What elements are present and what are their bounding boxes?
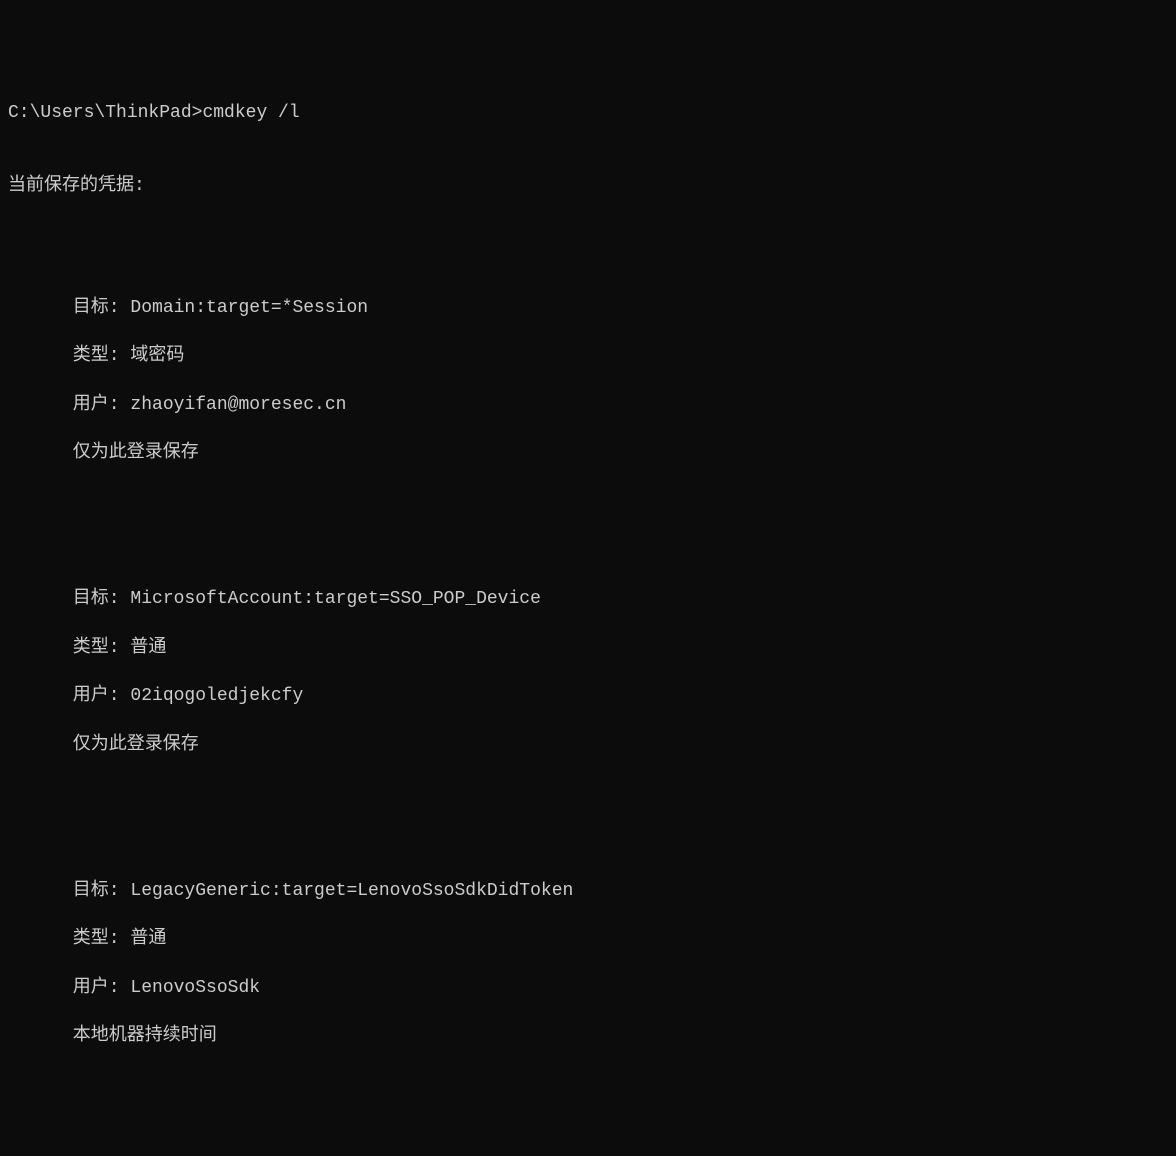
target-label: 目标: [73, 589, 120, 609]
credential-entry: 目标: MicrosoftAccount:target=SSO_POP_Devi… [8, 563, 1168, 782]
target-label: 目标: [73, 298, 120, 318]
user-value: zhaoyifan@moresec.cn [130, 395, 346, 415]
persistence-line: 仅为此登录保存 [73, 733, 1168, 757]
type-line: 类型: 普通 [73, 636, 1168, 660]
target-value: MicrosoftAccount:target=SSO_POP_Device [130, 589, 540, 609]
user-value: 02iqogoledjekcfy [130, 686, 303, 706]
target-value: Domain:target=*Session [130, 298, 368, 318]
persistence-line: 本地机器持续时间 [73, 1024, 1168, 1048]
credentials-header: 当前保存的凭据: [8, 174, 1168, 198]
type-value: 普通 [130, 638, 166, 658]
target-line: 目标: Domain:target=*Session [73, 296, 1168, 320]
user-label: 用户: [73, 978, 120, 998]
credential-entry: 目标: WindowsLive:target=virtualapp/didlog… [8, 1146, 1168, 1156]
type-line: 类型: 普通 [73, 927, 1168, 951]
type-label: 类型: [73, 346, 120, 366]
credential-entry: 目标: LegacyGeneric:target=LenovoSsoSdkDid… [8, 854, 1168, 1073]
persistence-line: 仅为此登录保存 [73, 441, 1168, 465]
user-line: 用户: LenovoSsoSdk [73, 976, 1168, 1000]
type-value: 普通 [130, 929, 166, 949]
target-value: LegacyGeneric:target=LenovoSsoSdkDidToke… [130, 881, 573, 901]
user-line: 用户: 02iqogoledjekcfy [73, 684, 1168, 708]
type-label: 类型: [73, 638, 120, 658]
user-line: 用户: zhaoyifan@moresec.cn [73, 393, 1168, 417]
command-prompt-line: C:\Users\ThinkPad>cmdkey /l [8, 101, 1168, 125]
credential-entry: 目标: Domain:target=*Session 类型: 域密码 用户: z… [8, 271, 1168, 490]
target-line: 目标: LegacyGeneric:target=LenovoSsoSdkDid… [73, 879, 1168, 903]
command-text: cmdkey /l [202, 103, 299, 123]
prompt-path: C:\Users\ThinkPad> [8, 103, 202, 123]
target-label: 目标: [73, 881, 120, 901]
user-label: 用户: [73, 686, 120, 706]
type-line: 类型: 域密码 [73, 344, 1168, 368]
target-line: 目标: MicrosoftAccount:target=SSO_POP_Devi… [73, 587, 1168, 611]
type-label: 类型: [73, 929, 120, 949]
type-value: 域密码 [130, 346, 184, 366]
user-label: 用户: [73, 395, 120, 415]
user-value: LenovoSsoSdk [130, 978, 260, 998]
